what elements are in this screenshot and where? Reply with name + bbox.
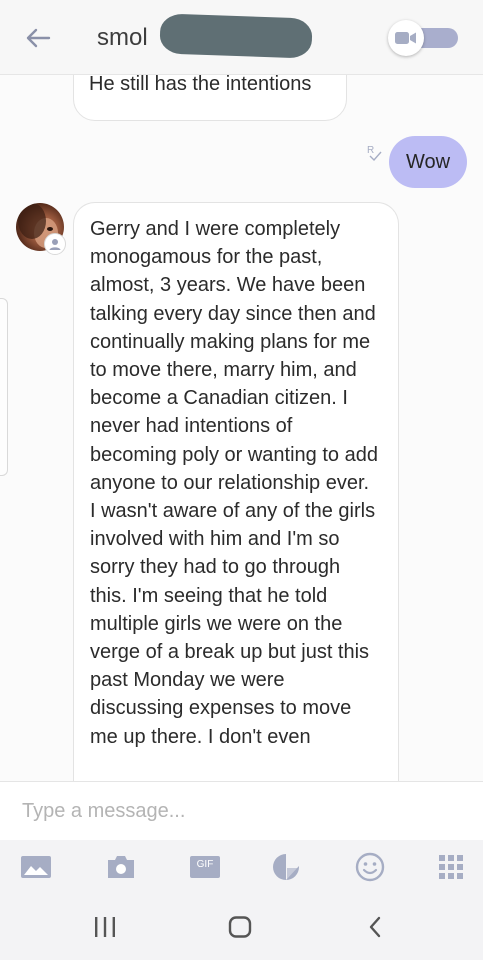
attachment-toolbar: GIF	[0, 840, 483, 894]
receipt-letter: R	[367, 145, 374, 156]
contact-badge	[44, 233, 66, 255]
camera-button[interactable]	[105, 851, 137, 883]
read-receipt-icon: R	[367, 145, 382, 162]
redacted-name	[159, 13, 313, 59]
more-apps-icon	[439, 855, 463, 879]
message-list[interactable]: He still has the intentions R Wow Gerry …	[0, 75, 483, 781]
message-text: Gerry and I were completely monogamous f…	[90, 218, 378, 748]
message-input[interactable]	[22, 797, 462, 825]
chat-title: smol	[97, 24, 148, 51]
home-button[interactable]	[225, 914, 255, 940]
camera-icon	[108, 856, 134, 878]
emoji-icon	[355, 852, 385, 882]
toggle-knob	[388, 20, 424, 56]
message-composer	[0, 781, 483, 840]
more-apps-button[interactable]	[435, 851, 467, 883]
message-text: He still has the intentions	[89, 75, 312, 95]
gif-button[interactable]: GIF	[189, 851, 221, 883]
gallery-button[interactable]	[20, 851, 52, 883]
message-bubble-outgoing[interactable]: Wow	[389, 136, 467, 188]
home-icon	[228, 916, 252, 938]
video-call-toggle[interactable]	[388, 20, 460, 56]
person-icon	[49, 239, 61, 250]
back-button[interactable]	[22, 22, 54, 54]
message-text: Wow	[405, 150, 451, 173]
message-bubble-incoming[interactable]: He still has the intentions	[73, 75, 347, 121]
back-arrow-icon	[26, 28, 51, 48]
gallery-icon	[21, 856, 51, 878]
sticker-button[interactable]	[270, 851, 302, 883]
system-navigation-bar	[0, 894, 483, 960]
recent-apps-icon	[95, 917, 115, 937]
message-bubble-incoming[interactable]: Gerry and I were completely monogamous f…	[73, 202, 399, 781]
nav-back-button[interactable]	[360, 914, 390, 940]
video-camera-icon	[395, 32, 416, 44]
chat-screen: smol He still has the intentions R Wow G…	[0, 0, 483, 960]
back-icon	[369, 916, 381, 938]
chat-header: smol	[0, 0, 483, 75]
sticker-icon	[273, 854, 299, 880]
side-panel-handle[interactable]	[0, 298, 8, 476]
gif-label: GIF	[196, 859, 214, 870]
emoji-button[interactable]	[354, 851, 386, 883]
recent-apps-button[interactable]	[90, 914, 120, 940]
